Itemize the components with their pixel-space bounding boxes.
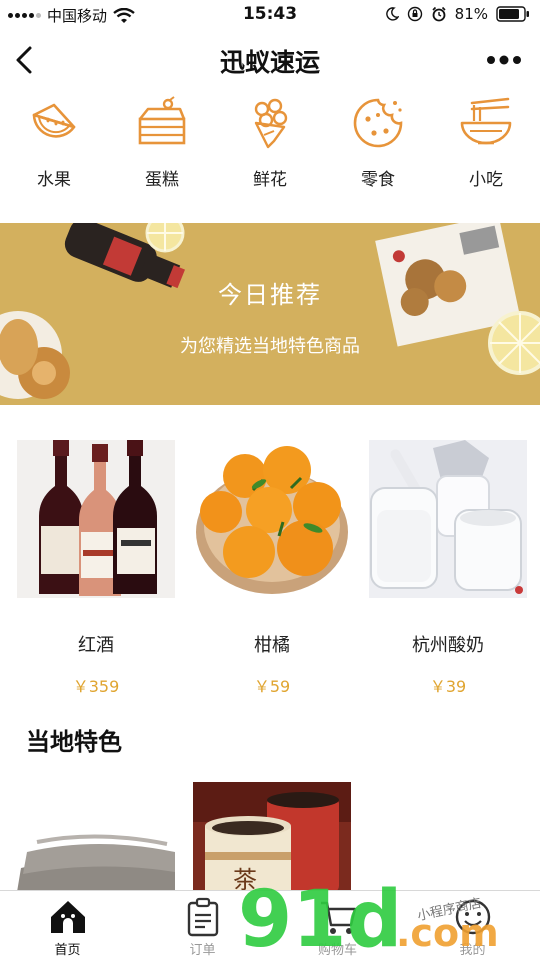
wine-bottles-photo	[17, 440, 175, 598]
category-label: 水果	[37, 170, 71, 190]
category-label: 小吃	[469, 170, 503, 190]
battery-icon	[496, 6, 529, 22]
category-label: 蛋糕	[145, 170, 179, 190]
category-snacks[interactable]: 零食	[324, 92, 432, 200]
cookie-icon	[353, 98, 403, 148]
product-card-yogurt[interactable]: 杭州酸奶 ￥39	[369, 440, 527, 697]
moon-icon	[385, 7, 399, 21]
towel-photo[interactable]	[17, 822, 175, 892]
clipboard-icon	[187, 897, 218, 937]
category-cake[interactable]: 蛋糕	[108, 92, 216, 200]
recommendation-banner[interactable]: 今日推荐 为您精选当地特色商品	[0, 223, 540, 405]
product-name: 杭州酸奶	[412, 635, 484, 656]
tab-label: 首页	[54, 943, 81, 958]
tab-label: 订单	[189, 943, 216, 958]
product-price: ￥39	[429, 677, 467, 696]
tab-home[interactable]: 首页	[0, 891, 135, 960]
product-price: ￥359	[72, 677, 120, 696]
profile-icon	[455, 899, 490, 935]
page-title: 迅蚁速运	[219, 48, 320, 77]
tea-canister-photo[interactable]: 茶	[193, 782, 351, 892]
product-list: 红酒 ￥359 柑橘 ￥59 杭州酸奶 ￥39	[0, 440, 540, 700]
category-label: 鲜花	[253, 170, 287, 190]
flower-bouquet-icon	[254, 98, 288, 149]
category-row: 水果 蛋糕 鲜花 零食 小吃	[0, 92, 540, 200]
cart-icon	[320, 901, 356, 934]
category-flowers[interactable]: 鲜花	[216, 92, 324, 200]
product-name: 红酒	[78, 635, 114, 656]
tab-bar: 首页 订单 购物车 我的	[0, 890, 540, 960]
svg-text:茶: 茶	[233, 866, 257, 892]
banner-decoration	[0, 223, 540, 399]
tab-orders[interactable]: 订单	[135, 891, 270, 960]
local-specialty-list: 茶	[0, 782, 540, 892]
product-card-mandarin[interactable]: 柑橘 ￥59	[193, 440, 351, 697]
banner-subtitle: 为您精选当地特色商品	[180, 336, 360, 357]
nav-bar: 迅蚁速运	[0, 30, 540, 92]
tab-label: 购物车	[317, 943, 357, 958]
home-icon	[50, 901, 85, 933]
status-bar: 中国移动 15:43 81%	[0, 0, 540, 30]
watermelon-icon	[32, 103, 76, 138]
tab-cart[interactable]: 购物车	[270, 891, 405, 960]
yogurt-jars-photo	[369, 440, 527, 598]
tab-label: 我的	[459, 943, 486, 958]
more-options-icon[interactable]	[486, 50, 522, 70]
product-price: ￥59	[253, 677, 291, 696]
alarm-icon	[432, 6, 446, 22]
product-card-wine[interactable]: 红酒 ￥359	[17, 440, 175, 697]
noodle-bowl-icon	[460, 97, 512, 145]
category-label: 零食	[361, 170, 395, 190]
status-right: 81%	[385, 5, 530, 23]
mandarin-oranges-photo	[193, 440, 351, 598]
category-street-food[interactable]: 小吃	[432, 92, 540, 200]
tab-profile[interactable]: 我的	[405, 891, 540, 960]
rotation-lock-icon	[407, 6, 422, 22]
section-title: 当地特色	[26, 728, 122, 756]
battery-percent: 81%	[454, 5, 488, 23]
category-fruit[interactable]: 水果	[0, 92, 108, 200]
banner-title: 今日推荐	[218, 281, 322, 309]
product-name: 柑橘	[254, 635, 290, 656]
cake-icon	[138, 96, 186, 145]
